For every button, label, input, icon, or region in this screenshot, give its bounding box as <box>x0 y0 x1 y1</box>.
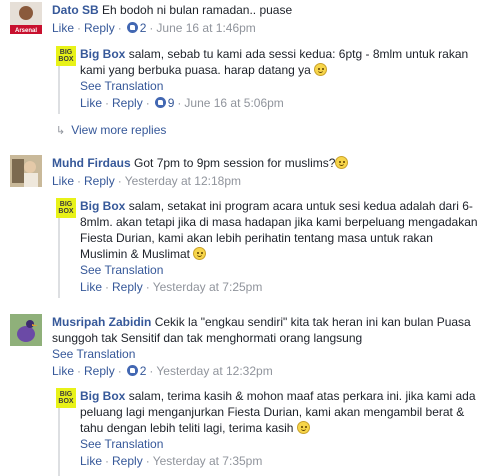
like-count-icon <box>154 97 166 108</box>
comment-actions: Like · Reply · 9 · June 16 at 5:06pm <box>80 96 284 110</box>
like-count[interactable]: 2 <box>140 364 147 378</box>
commenter-name[interactable]: Musripah Zabidin <box>52 315 151 329</box>
commenter-name[interactable]: Big Box <box>80 199 125 213</box>
logo-text-box: BOX <box>58 208 74 215</box>
reply-button[interactable]: Reply <box>112 96 143 110</box>
comment-actions: Like · Reply · Yesterday at 12:18pm <box>52 174 242 188</box>
see-translation-link[interactable]: See Translation <box>52 347 472 361</box>
reply-button[interactable]: Reply <box>112 280 143 294</box>
see-translation-link[interactable]: See Translation <box>80 437 478 451</box>
comment-actions: Like · Reply · Yesterday at 7:25pm <box>80 280 263 294</box>
comment-actions: Like · Reply · 2 · June 16 at 1:46pm <box>52 21 256 35</box>
like-button[interactable]: Like <box>80 454 102 468</box>
svg-text:Arsenal: Arsenal <box>15 28 37 34</box>
commenter-name[interactable]: Big Box <box>80 47 125 61</box>
comment-text: Got 7pm to 9pm session for muslims? <box>134 156 336 170</box>
smiley-emoji-icon <box>335 156 349 169</box>
comment-timestamp[interactable]: Yesterday at 7:25pm <box>153 280 263 294</box>
avatar[interactable] <box>10 155 42 187</box>
like-button[interactable]: Like <box>52 174 74 188</box>
smiley-emoji-icon <box>314 63 328 76</box>
comment-timestamp[interactable]: June 16 at 1:46pm <box>156 21 255 35</box>
logo-text-big: BIG <box>59 201 73 208</box>
big-box-avatar[interactable]: BIG BOX <box>56 198 76 218</box>
see-translation-link[interactable]: See Translation <box>80 263 478 277</box>
reply-arrow-icon: ↳ <box>56 125 66 137</box>
view-more-replies-link[interactable]: ↳ View more replies <box>56 123 166 137</box>
commenter-name[interactable]: Muhd Firdaus <box>52 156 131 170</box>
like-button[interactable]: Like <box>52 364 74 378</box>
comment-timestamp[interactable]: June 16 at 5:06pm <box>184 96 283 110</box>
comment-actions: Like · Reply · 2 · Yesterday at 12:32pm <box>52 364 273 378</box>
like-button[interactable]: Like <box>80 96 102 110</box>
logo-text-big: BIG <box>59 49 73 56</box>
logo-text-big: BIG <box>59 391 73 398</box>
big-box-avatar[interactable]: BIG BOX <box>56 388 76 408</box>
like-button[interactable]: Like <box>52 21 74 35</box>
comment-timestamp[interactable]: Yesterday at 7:35pm <box>153 454 263 468</box>
avatar[interactable]: Arsenal <box>10 2 42 34</box>
like-count-icon <box>126 365 138 376</box>
comment-timestamp[interactable]: Yesterday at 12:32pm <box>156 364 272 378</box>
smiley-emoji-icon <box>296 421 310 434</box>
comment-text: Eh bodoh ni bulan ramadan.. puase <box>102 3 293 17</box>
like-count[interactable]: 2 <box>140 21 147 35</box>
comment-timestamp[interactable]: Yesterday at 12:18pm <box>125 174 241 188</box>
comment-text: salam, setakat ini program acara untuk s… <box>80 199 478 261</box>
comment-muhd-firdaus: Muhd Firdaus Got 7pm to 9pm session for … <box>10 155 480 195</box>
reply-big-box: BIG BOX Big Box salam, sebab tu kami ada … <box>56 46 486 116</box>
comment-text: salam, sebab tu kami ada sessi kedua: 6p… <box>80 47 469 77</box>
comment-actions: Like · Reply · Yesterday at 7:35pm <box>80 454 263 468</box>
reply-button[interactable]: Reply <box>84 21 115 35</box>
avatar[interactable] <box>10 314 42 346</box>
smiley-emoji-icon <box>193 247 207 260</box>
commenter-name[interactable]: Dato SB <box>52 3 99 17</box>
comment-musripah-zabidin: Musripah Zabidin Cekik la "engkau sendir… <box>10 314 480 384</box>
like-button[interactable]: Like <box>80 280 102 294</box>
reply-button[interactable]: Reply <box>84 364 115 378</box>
see-translation-link[interactable]: See Translation <box>80 79 476 93</box>
reply-button[interactable]: Reply <box>84 174 115 188</box>
big-box-avatar[interactable]: BIG BOX <box>56 46 76 66</box>
logo-text-box: BOX <box>58 56 74 63</box>
like-count[interactable]: 9 <box>168 96 175 110</box>
view-more-replies-label: View more replies <box>71 123 167 137</box>
logo-text-box: BOX <box>58 398 74 405</box>
comment-dato-sb: Arsenal Dato SB Eh bodoh ni bulan ramada… <box>10 2 480 42</box>
reply-button[interactable]: Reply <box>112 454 143 468</box>
commenter-name[interactable]: Big Box <box>80 389 125 403</box>
reply-big-box: BIG BOX Big Box salam, setakat ini progra… <box>56 198 486 298</box>
comment-text: salam, terima kasih & mohon maaf atas pe… <box>80 389 476 435</box>
like-count-icon <box>126 22 138 33</box>
reply-big-box: BIG BOX Big Box salam, terima kasih & moh… <box>56 388 486 476</box>
